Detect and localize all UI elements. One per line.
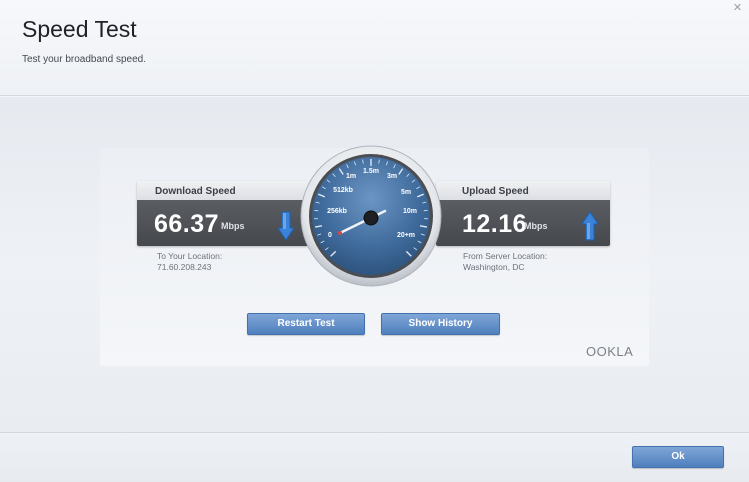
page-title: Speed Test [22,16,137,42]
gauge-label-3m: 3m [387,173,397,180]
download-location-value: 71.60.208.243 [157,262,212,272]
close-icon[interactable]: ✕ [732,3,743,14]
page-subtitle: Test your broadband speed. [22,54,146,65]
show-history-button[interactable]: Show History [381,313,500,335]
download-speed-display: 66.37 Mbps [137,200,312,246]
ookla-logo: OOKLA [586,344,634,359]
gauge-label-256kb: 256kb [327,208,347,215]
download-speed-box: Download Speed 66.37 Mbps [137,181,312,246]
download-location-label: To Your Location: [157,251,223,261]
dialog-header: Speed Test Test your broadband speed. [0,0,749,96]
upload-speed-box: Upload Speed 12.16 Mbps [436,181,610,246]
gauge-hub [363,210,379,226]
gauge-label-10m: 10m [403,208,417,215]
upload-location-label: From Server Location: [463,251,548,261]
download-speed-unit: Mbps [221,221,245,231]
upload-location-value: Washington, DC [463,262,525,272]
arrow-down-icon [277,211,295,241]
speed-test-panel: Download Speed 66.37 Mbps To Your Locati… [100,145,649,366]
dialog-footer: Ok [0,432,749,482]
gauge-label-1m: 1m [346,173,356,180]
speedometer-gauge: 0 256kb 512kb 1m 1.5m 3m 5m 10m 20+m [300,145,442,287]
upload-location: From Server Location: Washington, DC [463,251,547,273]
gauge-label-1-5m: 1.5m [363,168,379,175]
download-speed-value: 66.37 [154,210,220,238]
gauge-label-512kb: 512kb [333,187,353,194]
restart-test-button[interactable]: Restart Test [247,313,365,335]
gauge-label-20m: 20+m [397,232,415,239]
upload-speed-unit: Mbps [524,221,548,231]
speed-test-content: Download Speed 66.37 Mbps To Your Locati… [0,97,749,432]
ok-button[interactable]: Ok [632,446,724,468]
upload-speed-label: Upload Speed [436,181,610,200]
upload-speed-value: 12.16 [462,210,528,238]
gauge-label-0: 0 [328,232,332,239]
upload-speed-display: 12.16 Mbps [436,200,610,246]
download-location: To Your Location: 71.60.208.243 [157,251,222,273]
download-speed-label: Download Speed [137,181,312,200]
arrow-up-icon [581,211,599,241]
gauge-label-5m: 5m [401,189,411,196]
